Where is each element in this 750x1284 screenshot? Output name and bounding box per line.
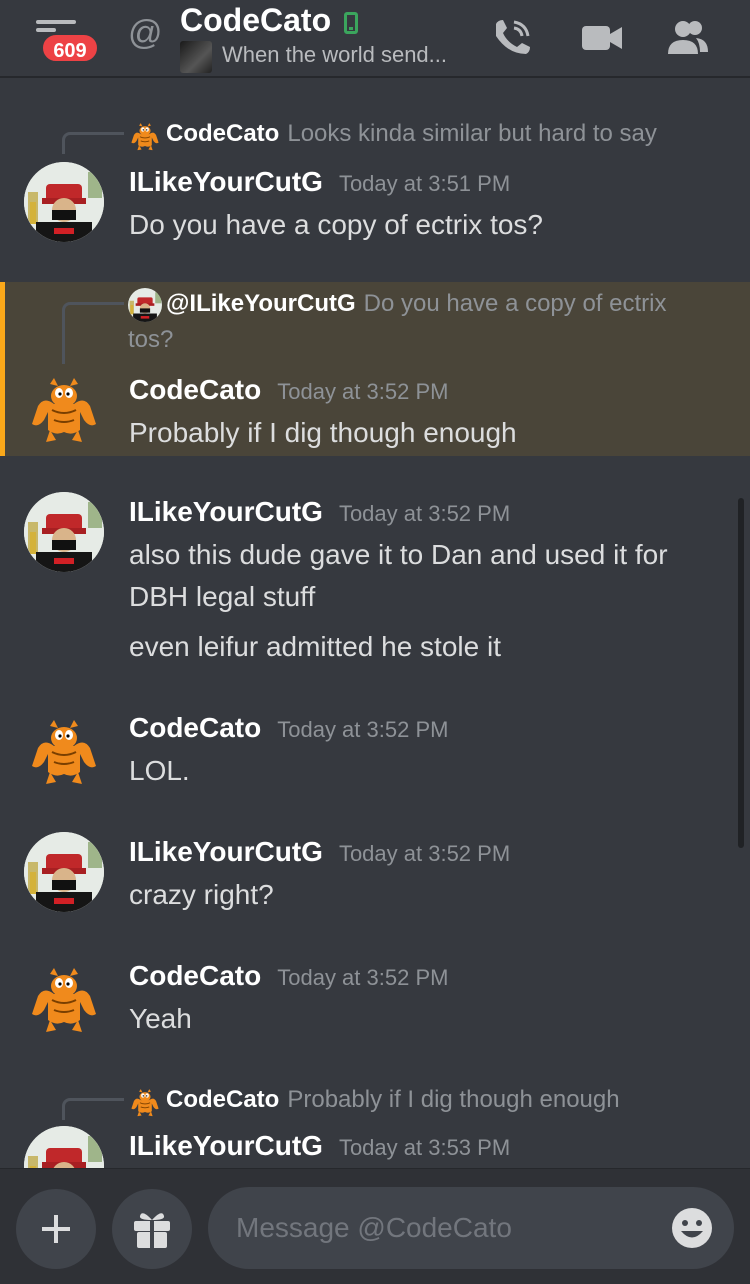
channel-title[interactable]: CodeCato [180, 2, 331, 39]
user-avatar[interactable] [24, 162, 104, 242]
message-content: also this dude gave it to Dan and used i… [129, 534, 729, 668]
message-content: LOL. [129, 750, 729, 792]
reply-text: Do you have a copy of ectrix [363, 290, 667, 317]
message-item-highlighted[interactable]: @ILikeYourCutG Do you have a copy of ectr… [0, 282, 750, 456]
user-mini-avatar-icon [128, 288, 162, 322]
reply-connector [62, 302, 124, 364]
garfield-avatar[interactable] [24, 708, 104, 788]
message-author[interactable]: CodeCato Today at 3:52 PM [129, 960, 448, 992]
message-content: crazy right? [129, 874, 729, 916]
message-timestamp: Today at 3:52 PM [277, 717, 449, 742]
garfield-avatar-icon [128, 118, 162, 152]
message-line: Probably if I dig though enough [129, 417, 517, 448]
message-author[interactable]: ILikeYourCutG Today at 3:51 PM [129, 166, 510, 198]
gift-icon [134, 1213, 170, 1248]
call-icon[interactable] [490, 16, 534, 60]
message-line: LOL. [129, 755, 190, 786]
message-content: Probably if I dig though enough [129, 412, 729, 454]
message-timestamp: Today at 3:53 PM [338, 1135, 511, 1160]
members-icon[interactable] [666, 16, 710, 60]
message-timestamp: Today at 3:52 PM [338, 841, 511, 866]
unread-badge: 609 [40, 32, 100, 64]
message-input[interactable] [208, 1187, 734, 1269]
menu-icon [36, 20, 76, 24]
message-timestamp: Today at 3:51 PM [338, 171, 511, 196]
message-line: DBH legal stuff [129, 581, 316, 612]
garfield-avatar[interactable] [24, 956, 104, 1036]
message-composer [0, 1168, 750, 1284]
message-timestamp: Today at 3:52 PM [338, 501, 511, 526]
author-name[interactable]: ILikeYourCutG [129, 496, 323, 527]
gift-button[interactable] [112, 1189, 192, 1269]
author-name[interactable]: CodeCato [129, 374, 261, 405]
message-line: even leifur admitted he stole it [129, 631, 501, 662]
user-avatar[interactable] [24, 1126, 104, 1168]
reply-text-cont: tos? [128, 326, 174, 353]
message-item[interactable]: ILikeYourCutG Today at 3:52 PM also this … [0, 492, 750, 692]
author-name[interactable]: ILikeYourCutG [129, 836, 323, 867]
message-line: Yeah [129, 1003, 192, 1034]
mobile-status-icon [344, 12, 358, 34]
reply-preview[interactable]: CodeCato Looks kinda similar but hard to … [128, 116, 657, 152]
reply-preview[interactable]: CodeCato Probably if I dig though enough [128, 1082, 620, 1118]
message-author[interactable]: CodeCato Today at 3:52 PM [129, 374, 448, 406]
video-icon[interactable] [580, 16, 624, 60]
message-author[interactable]: ILikeYourCutG Today at 3:52 PM [129, 836, 510, 868]
message-author[interactable]: ILikeYourCutG Today at 3:53 PM [129, 1130, 510, 1162]
reply-author[interactable]: @ILikeYourCutG [166, 290, 356, 317]
message-timestamp: Today at 3:52 PM [277, 965, 449, 990]
author-name[interactable]: CodeCato [129, 960, 261, 991]
emoji-icon[interactable] [670, 1206, 714, 1250]
author-name[interactable]: ILikeYourCutG [129, 1130, 323, 1161]
status-image [180, 41, 212, 73]
at-icon: @ [128, 14, 163, 52]
chat-header: 609 @ CodeCato When the world send... [0, 0, 750, 78]
message-line: also this dude gave it to Dan and used i… [129, 539, 668, 570]
scrollbar[interactable] [738, 498, 744, 848]
user-avatar[interactable] [24, 832, 104, 912]
message-item[interactable]: CodeCato Probably if I dig though enough … [0, 1080, 750, 1168]
message-author[interactable]: ILikeYourCutG Today at 3:52 PM [129, 496, 510, 528]
message-timestamp: Today at 3:52 PM [277, 379, 449, 404]
author-name[interactable]: CodeCato [129, 712, 261, 743]
garfield-avatar[interactable] [24, 366, 104, 446]
message-item[interactable]: ILikeYourCutG Today at 3:52 PM crazy righ… [0, 832, 750, 932]
plus-icon [42, 1215, 70, 1243]
attach-button[interactable] [16, 1189, 96, 1269]
reply-connector [62, 1098, 124, 1120]
reply-preview[interactable]: @ILikeYourCutG Do you have a copy of ectr… [128, 286, 728, 358]
message-content: Yeah [129, 998, 729, 1040]
message-author[interactable]: CodeCato Today at 3:52 PM [129, 712, 448, 744]
custom-status-text[interactable]: When the world send... [222, 42, 447, 68]
reply-text: Looks kinda similar but hard to say [287, 120, 657, 147]
reply-author[interactable]: CodeCato [166, 1086, 279, 1113]
message-line: Do you have a copy of ectrix tos? [129, 209, 543, 240]
reply-connector [62, 132, 124, 154]
message-item[interactable]: CodeCato Today at 3:52 PM LOL. [0, 708, 750, 808]
message-item[interactable]: CodeCato Looks kinda similar but hard to … [0, 110, 750, 290]
reply-author[interactable]: CodeCato [166, 120, 279, 147]
user-avatar[interactable] [24, 492, 104, 572]
reply-text: Probably if I dig though enough [287, 1086, 620, 1113]
message-line: crazy right? [129, 879, 274, 910]
message-list[interactable]: CodeCato Looks kinda similar but hard to … [0, 80, 750, 1168]
garfield-avatar-icon [128, 1084, 162, 1118]
message-content: Do you have a copy of ectrix tos? [129, 204, 729, 246]
message-item[interactable]: CodeCato Today at 3:52 PM Yeah [0, 956, 750, 1056]
menu-button[interactable]: 609 [30, 14, 100, 66]
author-name[interactable]: ILikeYourCutG [129, 166, 323, 197]
